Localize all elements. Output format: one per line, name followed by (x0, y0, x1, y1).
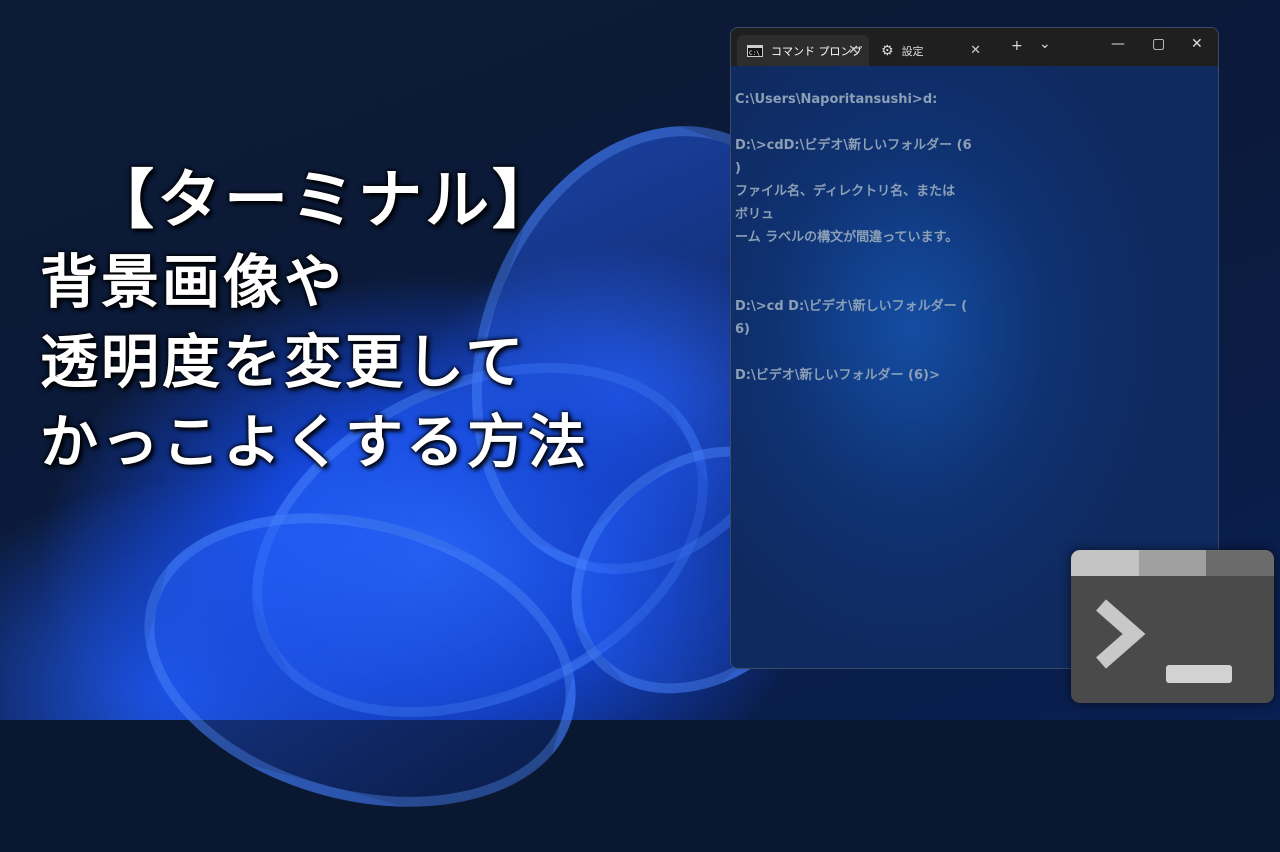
console-output[interactable]: C:\Users\Naporitansushi>d: D:\>cdD:\ビデオ\… (735, 88, 1005, 387)
close-tab-icon[interactable]: ✕ (848, 43, 859, 58)
new-tab-button[interactable]: + (1011, 38, 1023, 54)
minimize-button[interactable]: — (1111, 36, 1125, 52)
tab-dropdown-button[interactable]: ⌄ (1039, 36, 1051, 52)
gear-icon: ⚙ (881, 42, 894, 59)
close-tab-icon[interactable]: ✕ (970, 43, 981, 58)
svg-text:C:\: C:\ (749, 50, 760, 57)
headline-line-3: 透明度を変更して (40, 328, 527, 396)
windows-terminal-icon (1071, 550, 1274, 703)
close-window-button[interactable]: ✕ (1191, 36, 1203, 52)
maximize-button[interactable]: ▢ (1152, 36, 1165, 52)
headline-line-2: 背景画像や (40, 248, 346, 316)
cmd-icon: C:\ (747, 44, 763, 57)
tab-command-prompt[interactable]: C:\ コマンド プロンプ ✕ (737, 35, 869, 66)
tab-label: 設定 (901, 44, 924, 58)
tab-bar: C:\ コマンド プロンプ ✕ ⚙ 設定 ✕ + ⌄ — ▢ ✕ (731, 28, 1218, 66)
prompt-chevron-icon (1096, 599, 1232, 683)
headline-line-4: かっこよくする方法 (40, 408, 590, 476)
headline-line-1: 【ターミナル】 (90, 164, 559, 238)
headline: 【ターミナル】 背景画像や 透明度を変更して かっこよくする方法 (40, 160, 589, 482)
tab-settings[interactable]: ⚙ 設定 ✕ (871, 35, 991, 66)
